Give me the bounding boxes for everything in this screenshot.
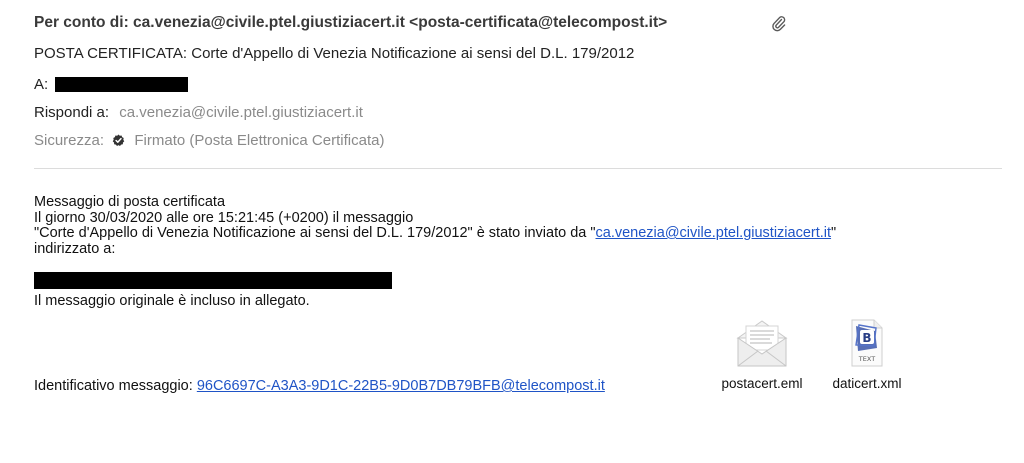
reply-to-value[interactable]: ca.venezia@civile.ptel.giustiziacert.it bbox=[119, 104, 363, 121]
attachment-daticert-label: daticert.xml bbox=[832, 376, 902, 391]
reply-to-line: Rispondi a: ca.venezia@civile.ptel.giust… bbox=[34, 104, 363, 121]
to-line: A: bbox=[34, 76, 189, 93]
message-identifier: Identificativo messaggio: 96C6697C-A3A3-… bbox=[34, 378, 605, 394]
to-label: A: bbox=[34, 76, 49, 93]
email-envelope-icon bbox=[736, 320, 788, 367]
message-body: Messaggio di posta certificata Il giorno… bbox=[34, 194, 837, 257]
text-file-icon-letter: B bbox=[862, 331, 871, 345]
identifier-label: Identificativo messaggio: bbox=[34, 378, 193, 394]
redacted-addressee bbox=[34, 272, 392, 289]
attachment-postacert-label: postacert.eml bbox=[721, 376, 803, 391]
verified-badge-icon[interactable] bbox=[112, 134, 125, 147]
body-line-1: Messaggio di posta certificata bbox=[34, 194, 226, 210]
paperclip-icon[interactable] bbox=[771, 15, 787, 33]
reply-to-label: Rispondi a: bbox=[34, 104, 110, 121]
header-divider bbox=[34, 168, 1002, 169]
body-line-3: "Corte d'Appello di Venezia Notificazion… bbox=[34, 225, 837, 242]
from-value[interactable]: ca.venezia@civile.ptel.giustiziacert.it … bbox=[133, 14, 667, 31]
identifier-link[interactable]: 96C6697C-A3A3-9D1C-22B5-9D0B7DB79BFB@tel… bbox=[197, 378, 605, 394]
from-line: Per conto di: ca.venezia@civile.ptel.giu… bbox=[34, 14, 667, 32]
from-label: Per conto di: bbox=[34, 14, 129, 31]
subject-line: POSTA CERTIFICATA: Corte d'Appello di Ve… bbox=[34, 45, 635, 62]
security-value[interactable]: Firmato (Posta Elettronica Certificata) bbox=[134, 132, 384, 149]
text-file-icon-caption: TEXT bbox=[858, 355, 875, 363]
attachment-daticert[interactable]: B TEXT daticert.xml bbox=[817, 318, 917, 391]
security-line: Sicurezza: Firmato (Posta Elettronica Ce… bbox=[34, 132, 384, 149]
attachment-postacert[interactable]: postacert.eml bbox=[707, 318, 817, 391]
original-message-note: Il messaggio originale è incluso in alle… bbox=[34, 293, 310, 309]
body-line-4: indirizzato a: bbox=[34, 240, 116, 257]
security-label: Sicurezza: bbox=[34, 132, 105, 149]
body-line-3-prefix: "Corte d'Appello di Venezia Notificazion… bbox=[34, 225, 596, 241]
redacted-recipient bbox=[55, 76, 189, 92]
sender-link[interactable]: ca.venezia@civile.ptel.giustiziacert.it bbox=[596, 225, 832, 241]
body-line-2: Il giorno 30/03/2020 alle ore 15:21:45 (… bbox=[34, 209, 414, 226]
body-line-3-suffix: " bbox=[831, 225, 837, 241]
text-file-icon: B TEXT bbox=[851, 319, 883, 367]
